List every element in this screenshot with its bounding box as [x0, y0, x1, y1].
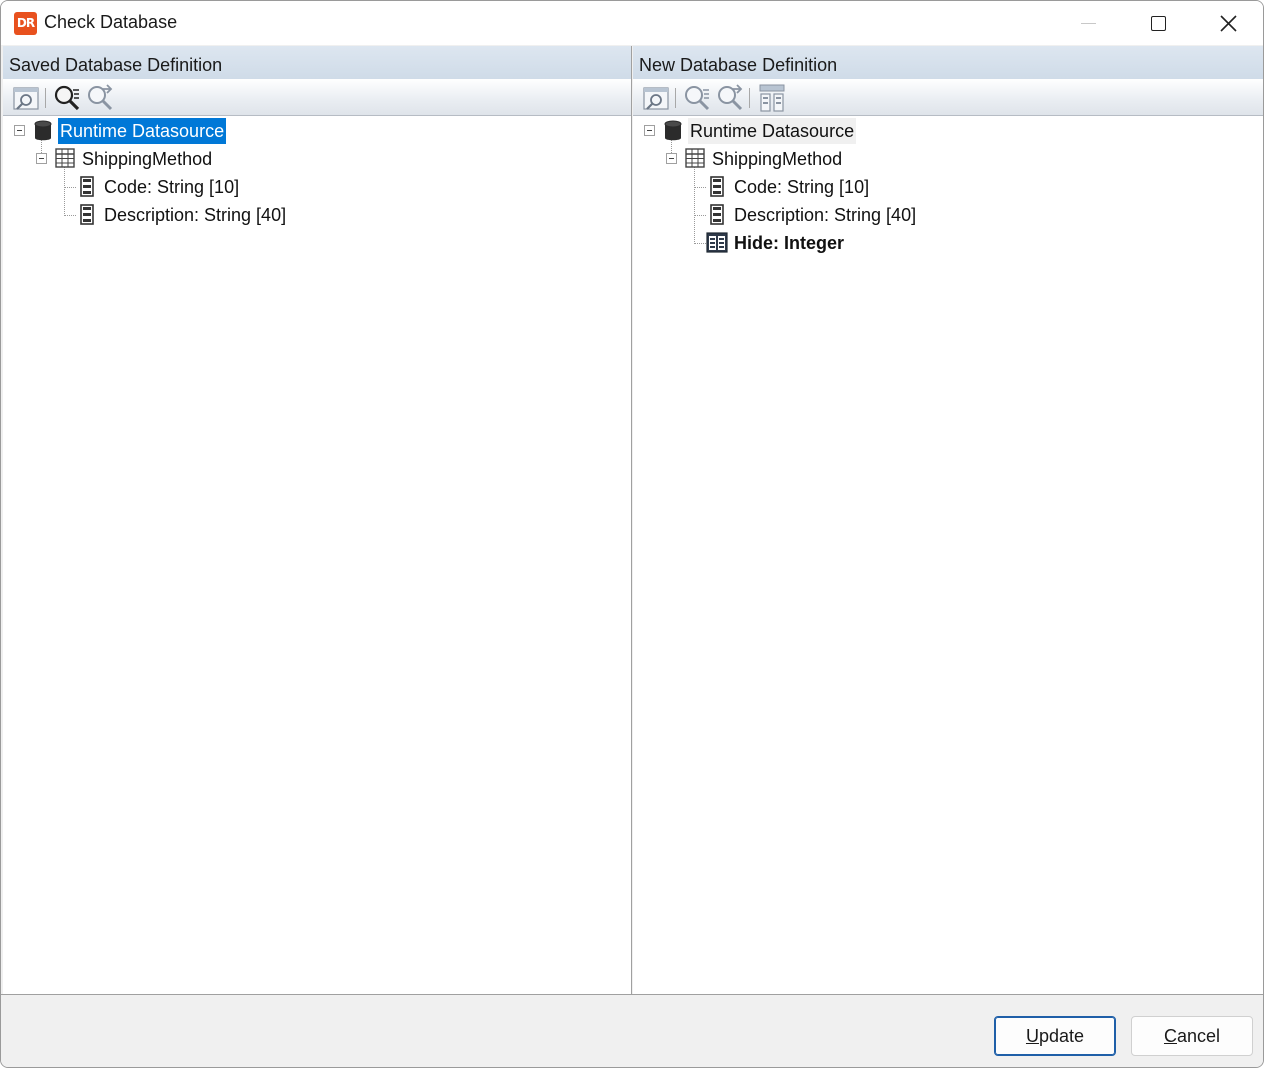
field-icon — [710, 204, 724, 225]
dialog-footer: Update Cancel — [1, 994, 1263, 1067]
minimize-icon — [1081, 23, 1096, 24]
find-next-icon[interactable] — [715, 83, 745, 113]
find-icon[interactable] — [52, 83, 82, 113]
button-label: ancel — [1176, 1026, 1221, 1046]
pane-header: New Database Definition — [633, 46, 1263, 79]
toolbar-separator — [749, 88, 750, 108]
tree-node-label: ShippingMethod — [712, 149, 843, 169]
window-title: Check Database — [44, 12, 178, 32]
close-button[interactable] — [1193, 1, 1263, 45]
new-definition-pane: New Database Definition Runtime Datasour… — [633, 46, 1263, 994]
toolbar-separator — [45, 88, 46, 108]
tree-node-field[interactable]: Code: String [10] — [633, 173, 953, 201]
database-icon — [664, 120, 682, 141]
tree-node-label: Runtime Datasource — [688, 118, 857, 144]
toolbar-separator — [675, 88, 676, 108]
pane-toolbar — [3, 79, 631, 116]
table-icon — [55, 148, 75, 168]
button-label: pdate — [1038, 1026, 1085, 1046]
tree-node-label: Code: String [10] — [734, 177, 870, 197]
app-icon: DR — [14, 12, 37, 35]
saved-definition-tree[interactable]: Runtime Datasource ShippingMethod Code: … — [3, 117, 631, 994]
table-icon — [685, 148, 705, 168]
tree-node-table[interactable]: ShippingMethod — [3, 145, 303, 173]
maximize-icon — [1151, 16, 1166, 31]
tree-node-label: ShippingMethod — [82, 149, 213, 169]
collapse-toggle[interactable] — [644, 125, 655, 136]
accelerator-key: U — [1025, 1026, 1039, 1046]
tree-node-table[interactable]: ShippingMethod — [633, 145, 933, 173]
collapse-toggle[interactable] — [14, 125, 25, 136]
field-icon — [710, 176, 724, 197]
update-button[interactable]: Update — [994, 1016, 1116, 1056]
collapse-toggle[interactable] — [36, 153, 47, 164]
tree-node-field[interactable]: Description: String [40] — [3, 201, 323, 229]
maximize-button[interactable] — [1123, 1, 1193, 45]
tree-node-field[interactable]: Code: String [10] — [3, 173, 323, 201]
accelerator-key: C — [1163, 1026, 1177, 1046]
tree-node-datasource[interactable]: Runtime Datasource — [3, 117, 303, 145]
field-icon — [80, 176, 94, 197]
tree-node-label: Code: String [10] — [104, 177, 240, 197]
database-icon — [34, 120, 52, 141]
saved-definition-pane: Saved Database Definition Runtime Dataso… — [3, 46, 632, 994]
tree-node-label: Runtime Datasource — [58, 118, 227, 144]
check-database-dialog: DR Check Database Saved Database Definit… — [0, 0, 1264, 1068]
cancel-button[interactable]: Cancel — [1131, 1016, 1253, 1056]
new-field-icon — [706, 232, 728, 253]
find-icon[interactable] — [682, 83, 712, 113]
new-definition-tree[interactable]: Runtime Datasource ShippingMethod Code: … — [633, 117, 1263, 994]
view-definition-icon[interactable] — [641, 83, 671, 113]
collapse-toggle[interactable] — [666, 153, 677, 164]
tree-node-label: Description: String [40] — [104, 205, 287, 225]
close-icon — [1220, 15, 1237, 32]
find-next-icon[interactable] — [85, 83, 115, 113]
compare-icon[interactable] — [757, 83, 787, 113]
tree-node-field-added[interactable]: Hide: Integer — [633, 229, 953, 257]
view-definition-icon[interactable] — [11, 83, 41, 113]
tree-node-field[interactable]: Description: String [40] — [633, 201, 953, 229]
pane-header: Saved Database Definition — [3, 46, 631, 79]
pane-toolbar — [633, 79, 1263, 116]
title-bar: DR Check Database — [1, 1, 1263, 45]
minimize-button[interactable] — [1053, 1, 1123, 45]
tree-node-datasource[interactable]: Runtime Datasource — [633, 117, 933, 145]
tree-node-label: Description: String [40] — [734, 205, 917, 225]
tree-node-label: Hide: Integer — [734, 233, 845, 253]
field-icon — [80, 204, 94, 225]
